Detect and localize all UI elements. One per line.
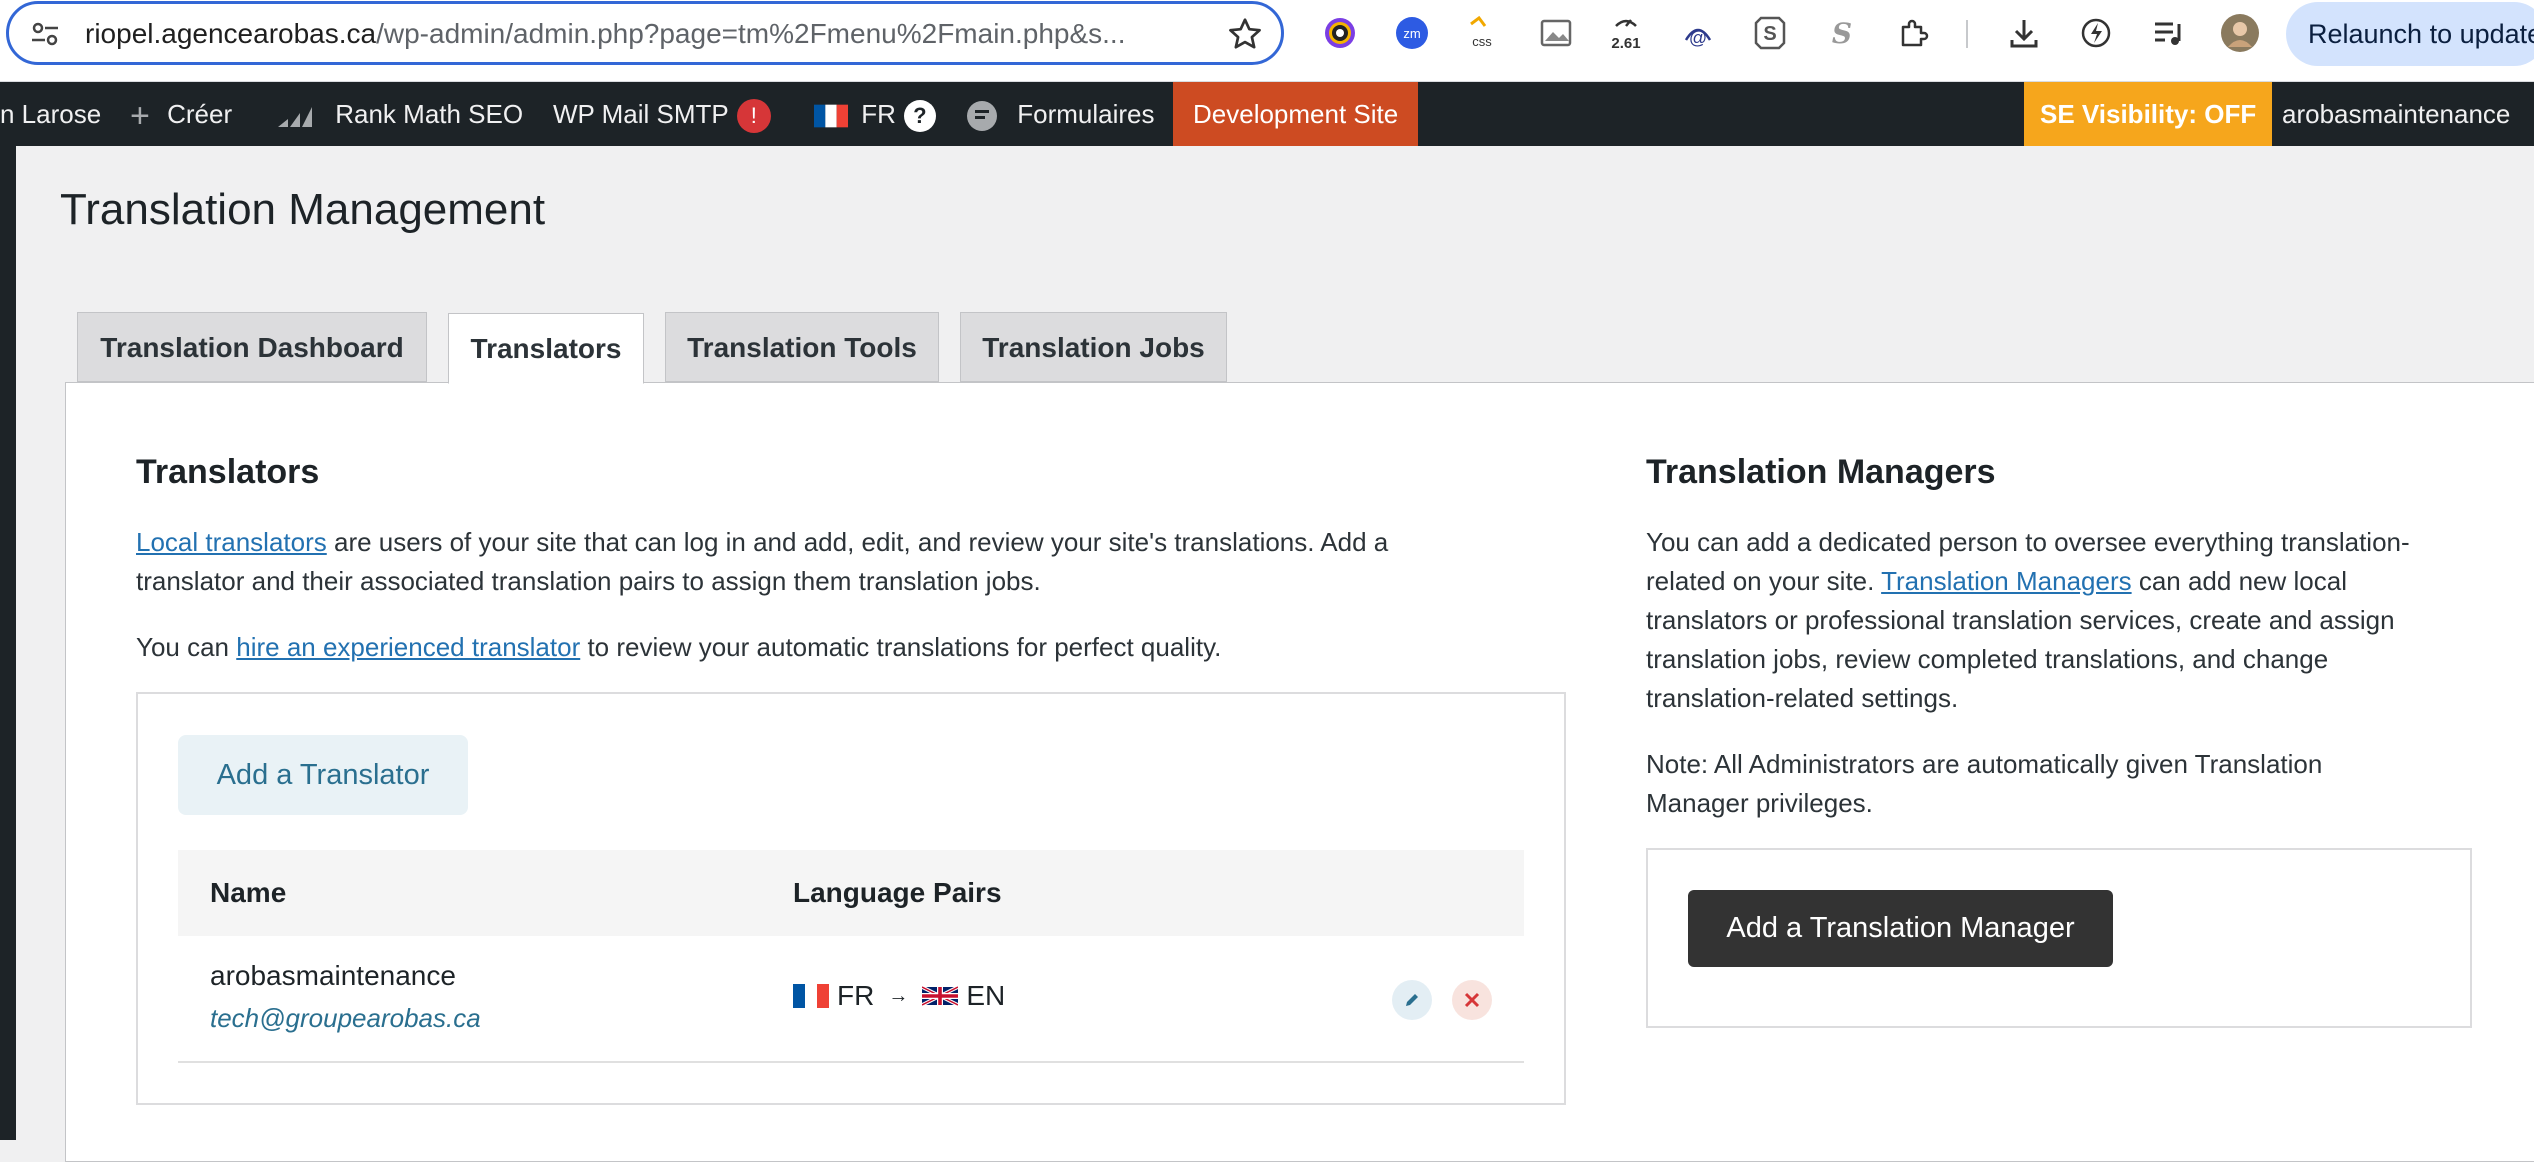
pair-to: EN — [966, 980, 1006, 1011]
translator-email[interactable]: tech@groupearobas.ca — [210, 1003, 481, 1034]
flag-gb-icon — [922, 985, 959, 1007]
download-icon[interactable] — [2004, 12, 2044, 54]
page-title: Translation Management — [60, 185, 546, 234]
translator-name: arobasmaintenance — [210, 960, 456, 991]
relaunch-button[interactable]: Relaunch to update — [2286, 2, 2534, 66]
rank-math-icon — [278, 107, 312, 128]
pair-from: FR — [837, 980, 875, 1011]
edit-translator-button[interactable] — [1392, 980, 1432, 1020]
language-switcher[interactable]: FR? — [814, 82, 936, 146]
browser-toolbar: riopel.agencearobas.ca/wp-admin/admin.ph… — [0, 0, 2534, 82]
url-host: riopel.agencearobas.ca — [85, 18, 377, 49]
wp-mail-smtp-menu[interactable]: WP Mail SMTP! — [553, 82, 771, 146]
svg-text:S: S — [1832, 17, 1852, 50]
site-name-item[interactable]: n Larose — [0, 82, 101, 146]
s-box-icon[interactable]: S — [1750, 12, 1790, 54]
column-name: Name — [210, 877, 287, 908]
url-text[interactable]: riopel.agencearobas.ca/wp-admin/admin.ph… — [85, 18, 1185, 50]
hire-translator-link[interactable]: hire an experienced translator — [236, 632, 580, 662]
create-label: Créer — [167, 99, 233, 129]
s-script-icon[interactable]: S — [1822, 12, 1862, 54]
managers-note: Note: All Administrators are automatical… — [1646, 745, 2486, 823]
alert-badge: ! — [736, 99, 771, 134]
translators-table-header: Name Language Pairs — [178, 850, 1524, 936]
toolbar-divider — [1966, 20, 1968, 48]
managers-line2-prefix: related on your site. — [1646, 566, 1882, 596]
forms-label: Formulaires — [1017, 99, 1155, 129]
css-icon[interactable]: css — [1462, 12, 1502, 54]
counter-icon[interactable]: 2.61 — [1606, 12, 1646, 54]
rank-math-menu[interactable]: Rank Math SEO — [276, 82, 523, 146]
se-visibility-badge[interactable]: SE Visibility: OFF — [2024, 82, 2273, 146]
managers-line5: translation-related settings. — [1646, 683, 1959, 713]
row-divider — [178, 1061, 1524, 1063]
translation-managers-link[interactable]: Translation Managers — [1881, 566, 2132, 596]
admin-menu-edge — [0, 146, 16, 1140]
column-language-pairs: Language Pairs — [793, 877, 1002, 908]
svg-text:S: S — [1763, 23, 1776, 45]
site-settings-icon[interactable] — [29, 18, 61, 50]
development-site-badge[interactable]: Development Site — [1173, 82, 1419, 146]
svg-text:zm: zm — [1403, 26, 1420, 41]
tab-translators[interactable]: Translators — [448, 313, 644, 384]
help-icon[interactable]: ? — [903, 100, 936, 133]
forms-icon — [967, 101, 997, 132]
managers-line1: You can add a dedicated person to overse… — [1646, 527, 2410, 557]
managers-heading: Translation Managers — [1646, 453, 1996, 491]
note-line1: Note: All Administrators are automatical… — [1646, 749, 2323, 779]
extension-badge: 2.61 — [1611, 35, 1640, 52]
performance-icon[interactable] — [2076, 12, 2116, 54]
image-icon[interactable] — [1536, 12, 1576, 54]
hire-suffix: to review your automatic translations fo… — [580, 632, 1222, 662]
profile-avatar[interactable] — [2220, 12, 2260, 54]
add-translator-button[interactable]: Add a Translator — [178, 735, 468, 815]
language-pair: FR → EN — [793, 980, 1005, 1012]
url-path: /wp-admin/admin.php?page=tm%2Fmenu%2Fmai… — [376, 18, 1126, 49]
pair-arrow: → — [888, 984, 909, 1007]
tab-translation-tools[interactable]: Translation Tools — [665, 312, 939, 382]
pencil-icon — [1406, 994, 1418, 1006]
colorzilla-icon[interactable] — [1320, 12, 1360, 54]
forms-menu[interactable]: Formulaires — [966, 82, 1154, 146]
managers-line4: translation jobs, review completed trans… — [1646, 644, 2329, 674]
translators-intro: Local translators are users of your site… — [136, 523, 1566, 601]
bookmark-star-icon[interactable] — [1227, 16, 1263, 52]
arobase-icon[interactable]: @ — [1678, 12, 1718, 54]
language-label: FR — [861, 99, 896, 129]
rank-math-label: Rank Math SEO — [335, 99, 524, 129]
wp-admin-bar: n Larose + Créer Rank Math SEO WP Mail S… — [0, 82, 2534, 146]
plus-icon: + — [130, 97, 150, 136]
flag-fr-icon — [814, 104, 848, 128]
flag-fr-icon — [793, 984, 829, 1008]
hire-prefix: You can — [136, 632, 237, 662]
remove-translator-button[interactable] — [1452, 980, 1492, 1020]
close-icon — [1464, 992, 1480, 1008]
zoom-icon[interactable]: zm — [1392, 12, 1432, 54]
managers-description: You can add a dedicated person to overse… — [1646, 523, 2486, 718]
translators-heading: Translators — [136, 453, 320, 491]
user-account-menu[interactable]: arobasmaintenance — [2282, 82, 2510, 146]
managers-line3: translators or professional translation … — [1646, 605, 2395, 635]
tab-translation-dashboard[interactable]: Translation Dashboard — [77, 312, 427, 382]
svg-text:css: css — [1472, 34, 1492, 49]
puzzle-icon[interactable] — [1895, 12, 1935, 54]
media-queue-icon[interactable] — [2148, 12, 2188, 54]
svg-text:@: @ — [1689, 28, 1707, 48]
create-menu[interactable]: + Créer — [130, 82, 232, 146]
note-line2: Manager privileges. — [1646, 788, 1873, 818]
add-translation-manager-button[interactable]: Add a Translation Manager — [1688, 890, 2113, 967]
managers-line2-suffix: can add new local — [2131, 566, 2347, 596]
tab-translation-jobs[interactable]: Translation Jobs — [960, 312, 1227, 382]
wp-mail-smtp-label: WP Mail SMTP — [553, 99, 729, 129]
hire-translator-text: You can hire an experienced translator t… — [136, 628, 1566, 667]
intro-line2-text: translator and their associated translat… — [136, 566, 1041, 596]
local-translators-link[interactable]: Local translators — [136, 527, 327, 557]
address-bar[interactable]: riopel.agencearobas.ca/wp-admin/admin.ph… — [6, 1, 1284, 65]
intro-line1-text: are users of your site that can log in a… — [326, 527, 1389, 557]
